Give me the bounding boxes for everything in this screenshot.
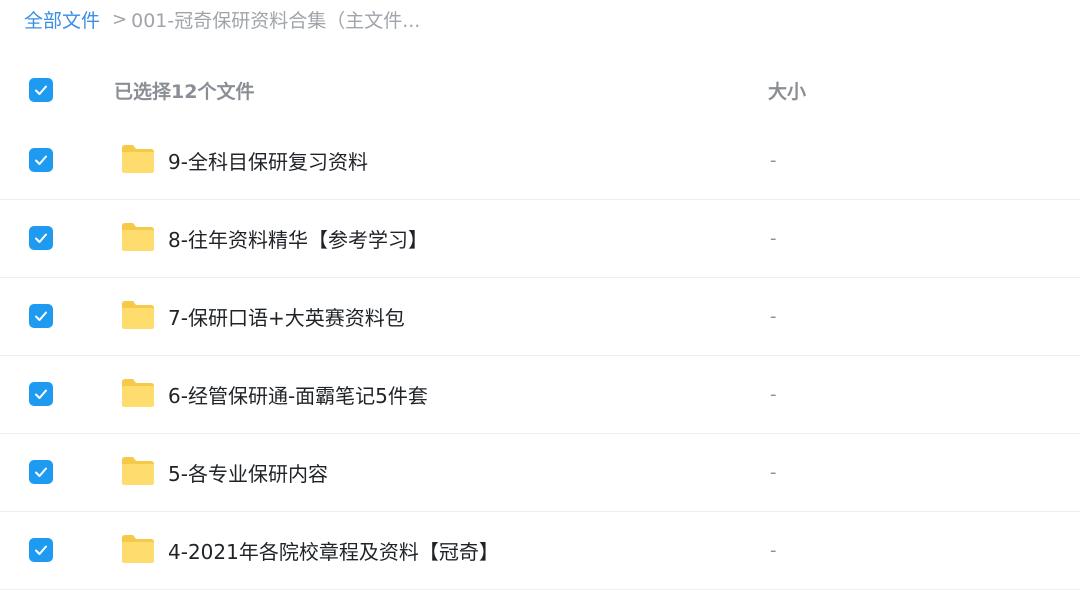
file-size: - xyxy=(770,306,777,327)
file-name[interactable]: 7-保研口语+大英赛资料包 xyxy=(168,302,405,331)
select-all-checkbox[interactable] xyxy=(29,78,53,102)
check-icon xyxy=(35,85,47,95)
selection-count-label: 已选择12个文件 xyxy=(114,80,255,103)
file-row[interactable]: 9-全科目保研复习资料 - xyxy=(0,122,1080,200)
file-list: 9-全科目保研复习资料 - 8-往年资料精华【参考学习】 - 7-保研口语+大英… xyxy=(0,122,1080,590)
folder-icon xyxy=(122,145,154,173)
breadcrumb: 全部文件 > 001-冠奇保研资料合集（主文件... xyxy=(24,6,420,32)
file-size: - xyxy=(770,228,777,249)
folder-icon xyxy=(122,223,154,251)
file-name[interactable]: 6-经管保研通-面霸笔记5件套 xyxy=(168,380,428,409)
file-row[interactable]: 7-保研口语+大英赛资料包 - xyxy=(0,278,1080,356)
folder-icon xyxy=(122,535,154,563)
file-name[interactable]: 8-往年资料精华【参考学习】 xyxy=(168,224,428,253)
file-size: - xyxy=(770,384,777,405)
file-size: - xyxy=(770,462,777,483)
file-name[interactable]: 5-各专业保研内容 xyxy=(168,458,328,487)
file-name[interactable]: 9-全科目保研复习资料 xyxy=(168,146,368,175)
check-icon xyxy=(35,389,47,399)
row-checkbox[interactable] xyxy=(29,382,53,406)
breadcrumb-separator: > xyxy=(112,8,128,30)
check-icon xyxy=(35,233,47,243)
file-row[interactable]: 6-经管保研通-面霸笔记5件套 - xyxy=(0,356,1080,434)
breadcrumb-root-link[interactable]: 全部文件 xyxy=(24,6,100,33)
breadcrumb-current-folder: 001-冠奇保研资料合集（主文件... xyxy=(131,9,421,32)
row-checkbox[interactable] xyxy=(29,460,53,484)
folder-icon xyxy=(122,301,154,329)
folder-icon xyxy=(122,379,154,407)
file-size: - xyxy=(770,540,777,561)
folder-icon xyxy=(122,457,154,485)
file-row[interactable]: 8-往年资料精华【参考学习】 - xyxy=(0,200,1080,278)
size-column-header[interactable]: 大小 xyxy=(768,77,806,104)
file-row[interactable]: 4-2021年各院校章程及资料【冠奇】 - xyxy=(0,512,1080,590)
file-row[interactable]: 5-各专业保研内容 - xyxy=(0,434,1080,512)
row-checkbox[interactable] xyxy=(29,538,53,562)
check-icon xyxy=(35,155,47,165)
file-list-header: 已选择12个文件 大小 xyxy=(0,62,1080,118)
check-icon xyxy=(35,311,47,321)
row-checkbox[interactable] xyxy=(29,148,53,172)
file-size: - xyxy=(770,150,777,171)
check-icon xyxy=(35,545,47,555)
file-name[interactable]: 4-2021年各院校章程及资料【冠奇】 xyxy=(168,536,499,565)
row-checkbox[interactable] xyxy=(29,226,53,250)
check-icon xyxy=(35,467,47,477)
row-checkbox[interactable] xyxy=(29,304,53,328)
